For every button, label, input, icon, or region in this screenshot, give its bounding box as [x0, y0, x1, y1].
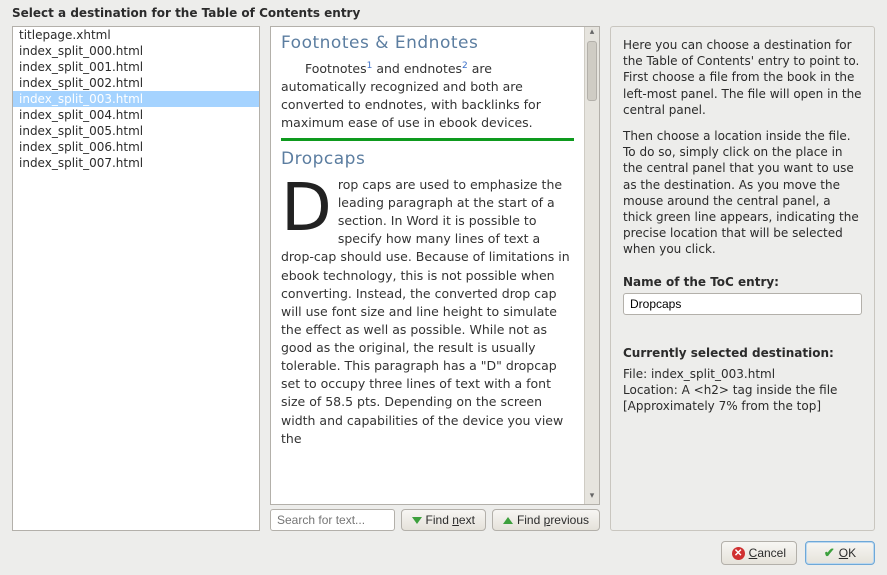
- dropcaps-paragraph: Drop caps are used to emphasize the lead…: [281, 176, 574, 448]
- preview-panel[interactable]: Footnotes & Endnotes Footnotes1 and endn…: [271, 27, 584, 504]
- file-item[interactable]: index_split_004.html: [13, 107, 259, 123]
- toc-name-label: Name of the ToC entry:: [623, 275, 862, 289]
- ok-button[interactable]: ✔ OK: [805, 541, 875, 565]
- file-item[interactable]: index_split_000.html: [13, 43, 259, 59]
- info-panel: Here you can choose a destination for th…: [610, 26, 875, 531]
- footnotes-paragraph: Footnotes1 and endnotes2 are automatical…: [281, 60, 574, 133]
- file-item[interactable]: index_split_006.html: [13, 139, 259, 155]
- chevron-down-icon: [412, 517, 422, 524]
- destination-approx: [Approximately 7% from the top]: [623, 398, 862, 414]
- chevron-up-icon: [503, 517, 513, 524]
- heading-dropcaps: Dropcaps: [281, 147, 574, 172]
- dialog-footer: ✕ Cancel ✔ OK: [12, 531, 875, 565]
- cancel-icon: ✕: [732, 547, 745, 560]
- heading-footnotes: Footnotes & Endnotes: [281, 31, 574, 56]
- file-item[interactable]: index_split_002.html: [13, 75, 259, 91]
- preview-wrap: Footnotes & Endnotes Footnotes1 and endn…: [270, 26, 600, 505]
- find-next-button[interactable]: Find next: [401, 509, 486, 531]
- center-column: Footnotes & Endnotes Footnotes1 and endn…: [270, 26, 600, 531]
- cancel-button[interactable]: ✕ Cancel: [721, 541, 797, 565]
- selection-marker-line: [281, 138, 574, 141]
- file-item[interactable]: index_split_005.html: [13, 123, 259, 139]
- destination-file: File: index_split_003.html: [623, 366, 862, 382]
- destination-label: Currently selected destination:: [623, 345, 862, 361]
- main-row: titlepage.xhtmlindex_split_000.htmlindex…: [12, 26, 875, 531]
- scroll-thumb[interactable]: [587, 41, 597, 101]
- destination-block: Currently selected destination: File: in…: [623, 337, 862, 414]
- instructions-p2: Then choose a location inside the file. …: [623, 128, 862, 258]
- instructions-p1: Here you can choose a destination for th…: [623, 37, 862, 118]
- file-item[interactable]: index_split_001.html: [13, 59, 259, 75]
- file-item[interactable]: index_split_003.html: [13, 91, 259, 107]
- dialog-title: Select a destination for the Table of Co…: [12, 6, 875, 20]
- toc-name-input[interactable]: [623, 293, 862, 315]
- preview-scrollbar[interactable]: ▴ ▾: [584, 27, 599, 504]
- scroll-up-arrow[interactable]: ▴: [585, 27, 599, 40]
- find-previous-button[interactable]: Find previous: [492, 509, 600, 531]
- search-input[interactable]: [270, 509, 395, 531]
- file-list[interactable]: titlepage.xhtmlindex_split_000.htmlindex…: [12, 26, 260, 531]
- scroll-down-arrow[interactable]: ▾: [585, 491, 599, 504]
- file-item[interactable]: titlepage.xhtml: [13, 27, 259, 43]
- dropcap-letter: D: [281, 176, 338, 236]
- file-item[interactable]: index_split_007.html: [13, 155, 259, 171]
- search-row: Find next Find previous: [270, 509, 600, 531]
- destination-location: Location: A <h2> tag inside the file: [623, 382, 862, 398]
- ok-icon: ✔: [824, 545, 835, 561]
